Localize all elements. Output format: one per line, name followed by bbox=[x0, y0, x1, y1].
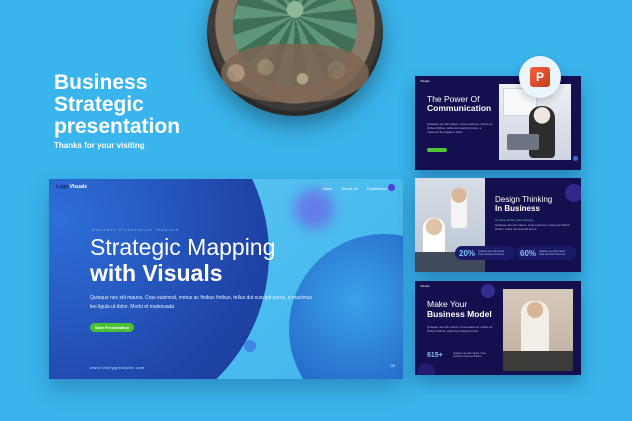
slide-logo-prefix: Logo bbox=[56, 184, 69, 190]
desk-shape bbox=[503, 351, 573, 371]
headline-line-3: presentation bbox=[54, 115, 181, 138]
thumb-body: Quisque nec elit mauris. Cras euismod, m… bbox=[427, 122, 493, 134]
decor-glow bbox=[417, 363, 435, 375]
thumb-title-line-2: Communication bbox=[427, 103, 492, 113]
headline-line-2: Strategic bbox=[54, 93, 144, 116]
slide-logo-name: Visuals bbox=[69, 184, 88, 190]
slide-title-line-2: with Visuals bbox=[90, 260, 223, 286]
laptop-shape bbox=[507, 134, 539, 150]
decor-glow bbox=[481, 284, 495, 298]
start-presentation-button[interactable]: Start Presentation bbox=[90, 323, 134, 332]
person-standing-shape bbox=[451, 188, 467, 228]
slide-thumbnail-business-model: Visuals Make Your Business Model Quisque… bbox=[415, 281, 581, 375]
thumb-label: Creating Better Idea Strategy bbox=[495, 218, 534, 222]
stat-text: Quisque nec elit mauris. Cras euismod me… bbox=[478, 250, 505, 256]
slide-url: www.reallygreatsite.com bbox=[90, 365, 145, 370]
slide-thumbnail-design-thinking: Design Thinking In Business Creating Bet… bbox=[415, 178, 581, 272]
slide-nav: Home About Us Experience bbox=[322, 186, 387, 191]
powerpoint-icon: P bbox=[530, 67, 550, 87]
slide-logo: Logo Visuals bbox=[56, 184, 87, 190]
thumb-logo: Visuals bbox=[420, 79, 430, 83]
decor-blob-dot bbox=[244, 340, 256, 352]
thumb-title-line-2: In Business bbox=[495, 204, 540, 213]
thumb-photo-man-desk bbox=[503, 289, 573, 371]
slide-body: Quisque nec elit mauris. Cras euismod, m… bbox=[90, 295, 313, 310]
decor-dot bbox=[573, 156, 578, 161]
decor-blob-blur bbox=[294, 189, 334, 229]
nav-about-us[interactable]: About Us bbox=[342, 186, 358, 191]
stat-value: 60% bbox=[520, 248, 537, 258]
person-shape bbox=[529, 106, 555, 158]
main-slide-preview: Logo Visuals Home About Us Experience Bu… bbox=[49, 179, 403, 379]
stat-pill: 60% Quisque nec elit mauris. Cras euismo… bbox=[516, 246, 576, 260]
thumb-logo: Visuals bbox=[420, 284, 430, 288]
headline-line-1: Business bbox=[54, 71, 148, 94]
decor-glow bbox=[565, 184, 581, 202]
thumb-title-line-1: Make Your bbox=[427, 299, 468, 309]
thumb-button bbox=[427, 148, 447, 152]
slide-title-line-1: Strategic Mapping bbox=[90, 234, 276, 260]
thumb-body: Quisque nec elit mauris. Cras euismod, m… bbox=[495, 223, 570, 231]
person-shape bbox=[521, 301, 549, 357]
nav-home[interactable]: Home bbox=[322, 186, 333, 191]
slide-kicker: Business Presentation Template bbox=[92, 227, 180, 232]
headline: Business Strategic presentation bbox=[54, 72, 234, 138]
stat-pill: 20% Quisque nec elit mauris. Cras euismo… bbox=[455, 246, 515, 260]
stat-text: Quisque nec elit mauris. Cras euismod me… bbox=[539, 250, 566, 256]
stat-value: 615+ bbox=[427, 352, 443, 359]
stat-text: Quisque nec elit mauris. Cras euismod me… bbox=[453, 352, 486, 358]
nav-experience[interactable]: Experience bbox=[367, 186, 387, 191]
powerpoint-badge: P bbox=[519, 56, 561, 98]
nav-menu-icon[interactable] bbox=[388, 184, 395, 191]
thumb-title-line-2: Business Model bbox=[427, 309, 492, 319]
headline-subtitle: Thanks for your visiting bbox=[54, 141, 145, 150]
stat-value: 20% bbox=[459, 248, 476, 258]
slide-title: Strategic Mapping with Visuals bbox=[90, 234, 340, 286]
thumb-body: Quisque nec elit mauris. Cras euismod, m… bbox=[427, 325, 493, 333]
slide-page-number: 02 bbox=[390, 363, 395, 368]
